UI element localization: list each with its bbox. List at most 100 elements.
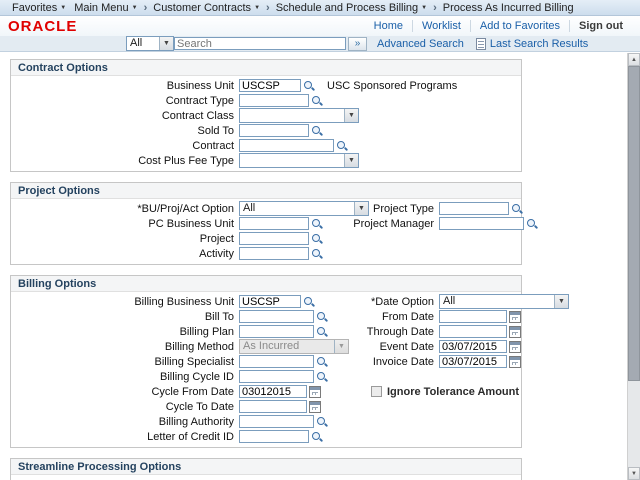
vertical-scrollbar[interactable]: ▲ ▼ (627, 53, 640, 480)
field-row: Cost Plus Fee Type ▼ (11, 153, 521, 168)
date-option-select[interactable]: All ▼ (439, 294, 569, 309)
project-input[interactable] (239, 232, 309, 245)
letter-of-credit-id-input[interactable] (239, 430, 309, 443)
lookup-icon[interactable] (316, 311, 328, 323)
lookup-icon[interactable] (311, 125, 323, 137)
activity-input[interactable] (239, 247, 309, 260)
billing-authority-input[interactable] (239, 415, 314, 428)
bu-proj-act-option-label: *BU/Proj/Act Option (11, 203, 239, 215)
calendar-icon[interactable] (509, 356, 521, 368)
field-row: PC Business Unit Project Manager (11, 216, 521, 231)
cycle-from-date-input[interactable] (239, 385, 307, 398)
field-cell: PC Business Unit (11, 217, 331, 230)
breadcrumb-item-main-menu[interactable]: Main Menu ▼ (70, 2, 141, 14)
billing-business-unit-input[interactable] (239, 295, 301, 308)
project-type-input[interactable] (439, 202, 509, 215)
lookup-icon[interactable] (303, 296, 315, 308)
section-body: Process Milestones (11, 475, 521, 480)
from-date-label: From Date (331, 311, 439, 323)
cost-plus-fee-type-label: Cost Plus Fee Type (11, 155, 239, 167)
lookup-icon[interactable] (316, 356, 328, 368)
ignore-tolerance-amount-checkbox (371, 386, 382, 397)
sold-to-input[interactable] (239, 124, 309, 137)
lookup-icon[interactable] (311, 218, 323, 230)
last-search-results-link[interactable]: Last Search Results (490, 38, 588, 50)
search-input[interactable] (174, 37, 346, 50)
breadcrumb-item-favorites[interactable]: Favorites ▼ (8, 2, 70, 14)
contract-class-label: Contract Class (11, 110, 239, 122)
date-option-label: *Date Option (331, 296, 439, 308)
search-go-button[interactable]: » (348, 37, 367, 51)
billing-plan-input[interactable] (239, 325, 314, 338)
contract-label: Contract (11, 140, 239, 152)
page-content: Contract Options Business Unit USC Spons… (0, 53, 627, 480)
chevron-down-icon: ▼ (344, 154, 358, 167)
chevron-down-icon: ▼ (554, 295, 568, 308)
contract-class-select[interactable]: ▼ (239, 108, 359, 123)
chevron-down-icon: ▼ (159, 37, 173, 50)
scroll-down-button[interactable]: ▼ (628, 467, 640, 480)
breadcrumb-separator-icon: › (264, 2, 272, 14)
field-row: Bill To From Date (11, 309, 521, 324)
chevron-down-icon: ▼ (132, 5, 138, 11)
lookup-icon[interactable] (311, 248, 323, 260)
through-date-input[interactable] (439, 325, 507, 338)
lookup-icon[interactable] (303, 80, 315, 92)
sign-out-link[interactable]: Sign out (570, 20, 632, 32)
chevron-down-icon: ▼ (60, 5, 66, 11)
search-scope-select[interactable]: All ▼ (126, 36, 174, 51)
field-cell: *BU/Proj/Act Option All ▼ (11, 201, 331, 216)
field-row: Contract Class ▼ (11, 108, 521, 123)
add-to-favorites-link[interactable]: Add to Favorites (471, 20, 570, 32)
calendar-icon[interactable] (509, 326, 521, 338)
lookup-icon[interactable] (511, 203, 523, 215)
field-cell: Billing Plan (11, 325, 331, 338)
calendar-icon[interactable] (509, 341, 521, 353)
field-row: Sold To (11, 123, 521, 138)
calendar-icon[interactable] (309, 401, 321, 413)
field-cell: Project Type (331, 202, 523, 215)
breadcrumb-item-schedule-process-billing[interactable]: Schedule and Process Billing ▼ (272, 2, 431, 14)
event-date-input[interactable] (439, 340, 507, 353)
lookup-icon[interactable] (311, 233, 323, 245)
invoice-date-input[interactable] (439, 355, 507, 368)
section-title: Streamline Processing Options (11, 459, 521, 475)
bill-to-label: Bill To (11, 311, 239, 323)
cycle-to-date-label: Cycle To Date (11, 401, 239, 413)
pc-business-unit-label: PC Business Unit (11, 218, 239, 230)
lookup-icon[interactable] (311, 431, 323, 443)
from-date-input[interactable] (439, 310, 507, 323)
scrollbar-thumb[interactable] (628, 66, 640, 381)
lookup-icon[interactable] (316, 326, 328, 338)
lookup-icon[interactable] (336, 140, 348, 152)
advanced-search-link[interactable]: Advanced Search (377, 38, 464, 50)
billing-cycle-id-input[interactable] (239, 370, 314, 383)
breadcrumb-label: Schedule and Process Billing (276, 2, 418, 14)
breadcrumb-separator-icon: › (142, 2, 150, 14)
field-row: Contract Type (11, 93, 521, 108)
lookup-icon[interactable] (311, 95, 323, 107)
project-manager-input[interactable] (439, 217, 524, 230)
lookup-icon[interactable] (526, 218, 538, 230)
pc-business-unit-input[interactable] (239, 217, 309, 230)
calendar-icon[interactable] (509, 311, 521, 323)
contract-input[interactable] (239, 139, 334, 152)
breadcrumb-item-customer-contracts[interactable]: Customer Contracts ▼ (149, 2, 264, 14)
scroll-up-button[interactable]: ▲ (628, 53, 640, 66)
billing-specialist-input[interactable] (239, 355, 314, 368)
contract-type-input[interactable] (239, 94, 309, 107)
field-row: Cycle To Date (11, 399, 521, 414)
billing-options-section: Billing Options Billing Business Unit *D… (10, 275, 522, 448)
bill-to-input[interactable] (239, 310, 314, 323)
breadcrumb-item-process-as-incurred-billing[interactable]: Process As Incurred Billing (439, 2, 578, 14)
lookup-icon[interactable] (316, 371, 328, 383)
home-link[interactable]: Home (365, 20, 413, 32)
breadcrumb-separator-icon: › (431, 2, 439, 14)
business-unit-input[interactable] (239, 79, 301, 92)
lookup-icon[interactable] (316, 416, 328, 428)
cycle-to-date-input[interactable] (239, 400, 307, 413)
cost-plus-fee-type-select[interactable]: ▼ (239, 153, 359, 168)
field-row: Contract (11, 138, 521, 153)
calendar-icon[interactable] (309, 386, 321, 398)
worklist-link[interactable]: Worklist (413, 20, 471, 32)
